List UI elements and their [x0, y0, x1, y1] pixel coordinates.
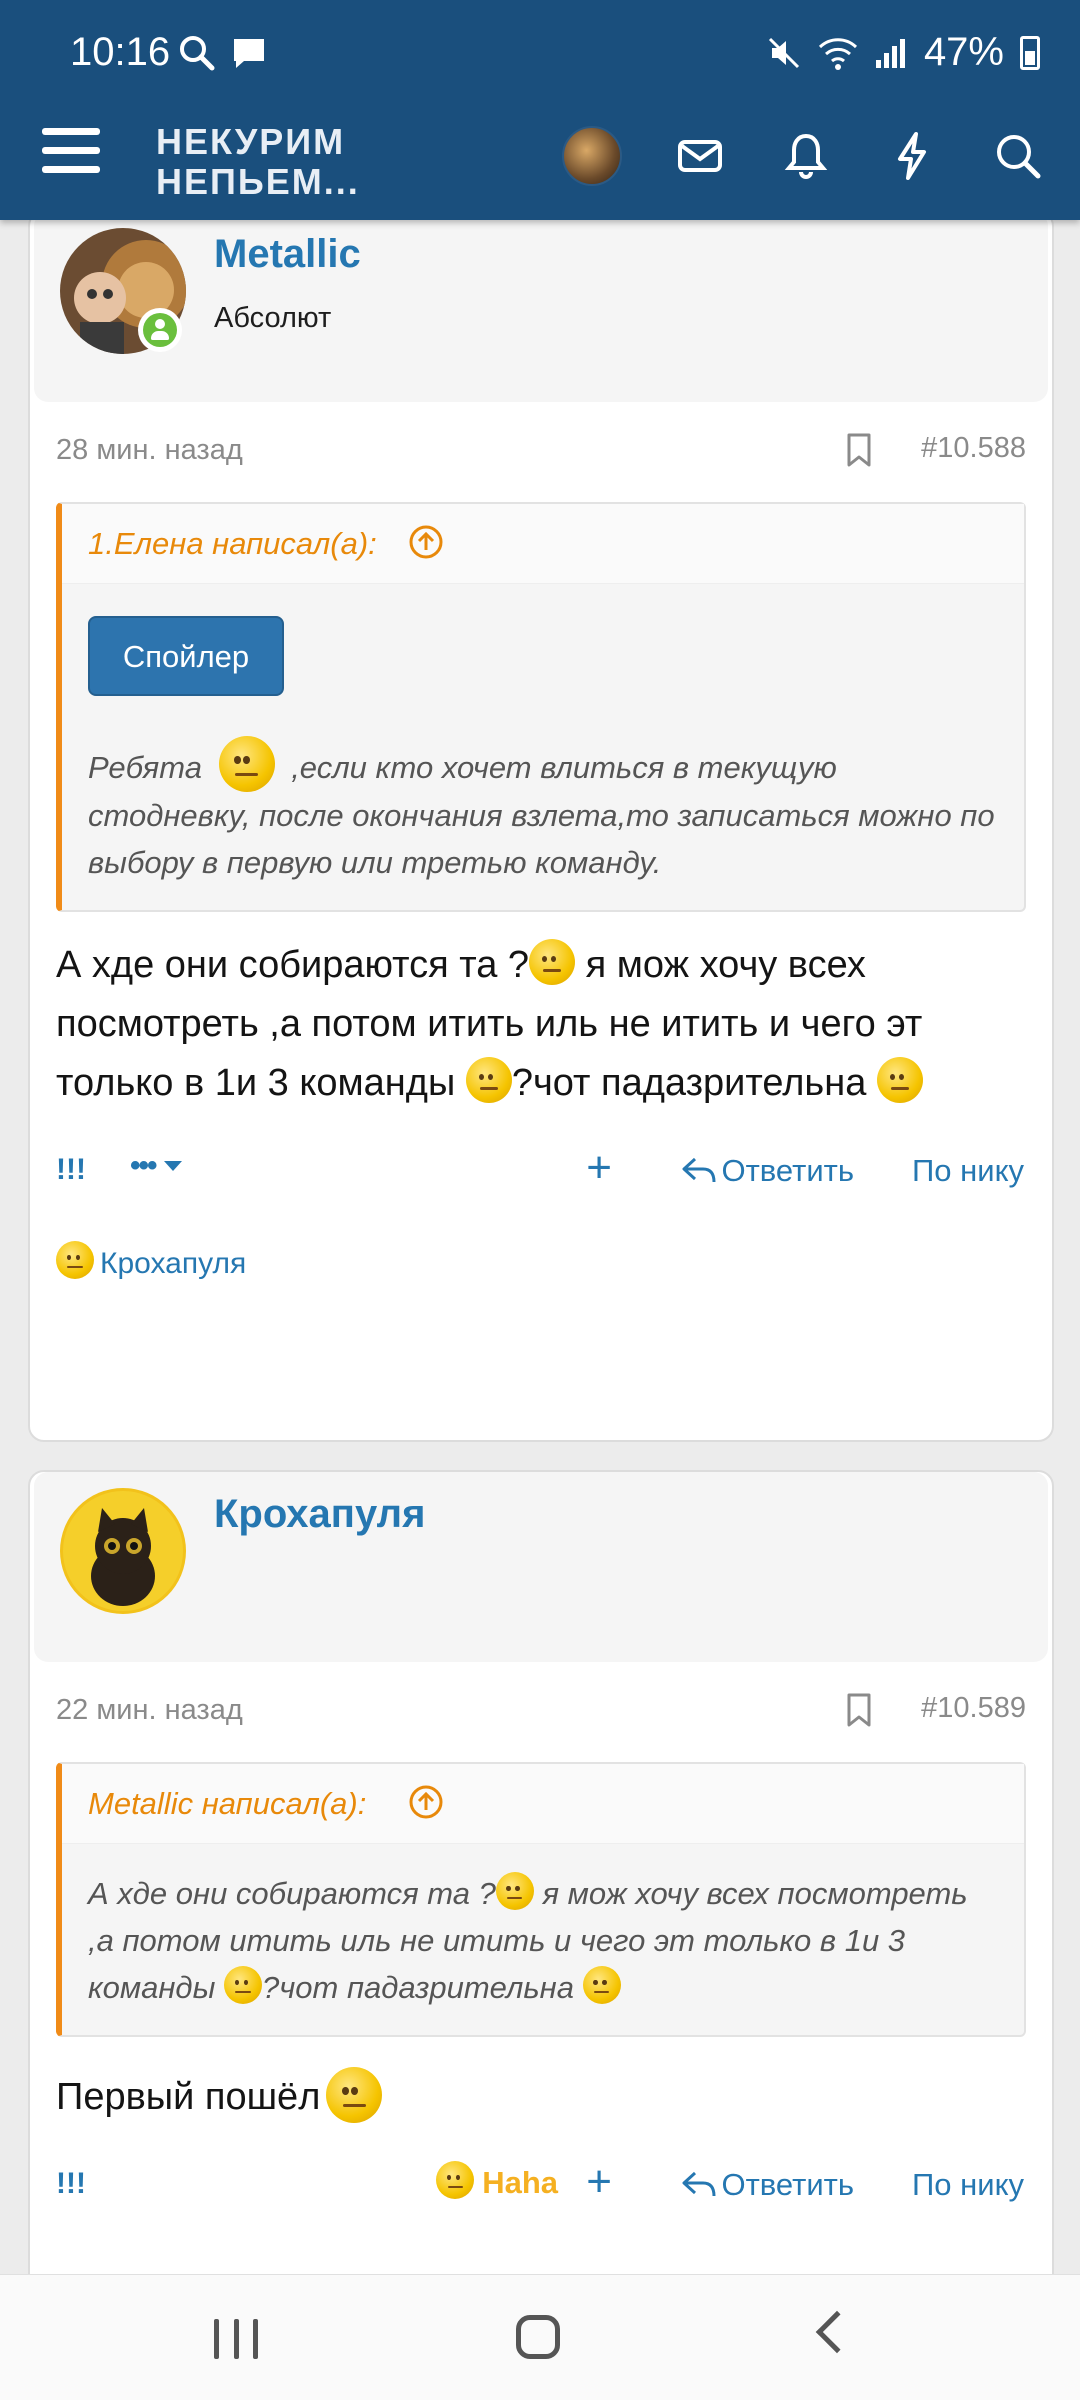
jump-to-quote-icon[interactable]	[408, 524, 444, 560]
thinking-emoji-icon	[218, 736, 275, 792]
post-meta: 28 мин. назад #10.588	[30, 402, 1052, 502]
wifi-icon	[818, 37, 857, 70]
haha-label: Haha	[482, 2165, 558, 2200]
thinking-emoji-icon	[224, 1966, 262, 2004]
reply-icon	[682, 1157, 716, 1183]
logo-line-1: НЕКУРИМ	[156, 121, 346, 162]
battery-percent: 47%	[923, 30, 1004, 74]
multiquote-plus-icon[interactable]: +	[586, 1143, 612, 1193]
search-icon[interactable]	[990, 128, 1046, 184]
search-status-icon	[180, 36, 215, 71]
post-meta: 22 мин. назад #10.589	[30, 1662, 1052, 1762]
author-title: Абсолют	[214, 302, 332, 334]
quote-block: 1.Елена написал(а): Спойлер Ребята ,если…	[56, 502, 1026, 912]
quote-text-part1: Ребята	[88, 750, 202, 785]
logo-line-2: НЕПЬЕМ...	[156, 161, 360, 202]
reply-button[interactable]: Ответить	[681, 2167, 854, 2203]
quote-body: А хде они собираются та ? я мож хочу все…	[62, 1844, 1024, 2035]
quote-text-part1: А хде они собираются та ?	[88, 1876, 496, 1911]
reaction-summary[interactable]: Крохапуля	[56, 1241, 246, 1281]
post-time[interactable]: 28 мин. назад	[56, 434, 243, 467]
reaction-haha-button[interactable]: Haha	[436, 2161, 558, 2201]
post-author-block: Metallic Абсолют	[34, 212, 1048, 402]
message-status-icon	[234, 39, 264, 68]
suspicious-emoji-icon	[582, 1966, 621, 2004]
waving-emoji-icon	[326, 2067, 383, 2123]
reply-icon	[682, 2171, 716, 2197]
author-avatar[interactable]	[60, 1488, 186, 1614]
report-button[interactable]: !!!	[56, 2167, 86, 2201]
home-icon[interactable]	[516, 2315, 560, 2359]
laughing-emoji-icon	[56, 1241, 94, 1279]
post-body: А хде они собираются та ? я мож хочу все…	[30, 912, 1052, 1113]
by-nick-button[interactable]: По нику	[912, 2167, 1024, 2203]
suspicious-emoji-icon	[876, 1057, 923, 1103]
quote-author[interactable]: 1.Елена написал(а):	[88, 526, 377, 562]
post-body-text: Первый пошёл	[56, 2076, 321, 2118]
laughing-emoji-icon	[436, 2161, 475, 2199]
battery-icon	[1020, 35, 1040, 70]
chevron-down-icon	[163, 1161, 182, 1171]
quote-header: 1.Елена написал(а):	[62, 504, 1024, 584]
quote-header: Metallic написал(а):	[62, 1764, 1024, 1844]
quote-body: Спойлер Ребята ,если кто хочет влиться в…	[62, 584, 1024, 910]
post-body-part1: А хде они собираются та ?	[56, 944, 530, 986]
post-number[interactable]: #10.588	[921, 432, 1026, 465]
quote-block: Metallic написал(а): А хде они собираютс…	[56, 1762, 1026, 2037]
post-10588: Metallic Абсолют 28 мин. назад #10.588 1…	[28, 210, 1054, 1442]
inbox-icon[interactable]	[672, 128, 728, 184]
spoiler-button[interactable]: Спойлер	[88, 616, 284, 696]
quote-text: Ребята ,если кто хочет влиться в текущую…	[88, 736, 998, 886]
bookmark-icon[interactable]	[846, 1692, 872, 1728]
reply-label: Ответить	[721, 2167, 854, 2202]
post-body: Первый пошёл	[30, 2037, 1052, 2127]
author-name[interactable]: Metallic	[214, 232, 361, 277]
status-time: 10:16	[70, 30, 171, 74]
status-bar: 10:16 47%	[0, 0, 1080, 110]
report-button[interactable]: !!!	[56, 1153, 86, 1187]
post-10589: Крохапуля 22 мин. назад #10.589 Metallic…	[28, 1470, 1054, 2290]
post-body-part3: ?чот падазрительна	[511, 1062, 877, 1104]
post-number[interactable]: #10.589	[921, 1692, 1026, 1725]
reactions-bar: Крохапуля	[30, 1223, 1052, 1319]
reaction-user: Крохапуля	[100, 1247, 247, 1280]
bookmark-icon[interactable]	[846, 432, 872, 468]
thinking-emoji-icon	[465, 1057, 512, 1103]
app-header: 10:16 47% НЕКУРИМ НЕПЬЕМ...	[0, 0, 1080, 220]
reply-button[interactable]: Ответить	[681, 1153, 854, 1189]
post-author-block: Крохапуля	[34, 1472, 1048, 1662]
reply-label: Ответить	[721, 1153, 854, 1188]
system-nav-bar	[0, 2274, 1080, 2400]
multiquote-plus-icon[interactable]: +	[586, 2157, 612, 2207]
more-label: •••	[130, 1149, 157, 1182]
avatar-image	[60, 1488, 186, 1614]
post-time[interactable]: 22 мин. назад	[56, 1694, 243, 1727]
menu-icon[interactable]	[42, 128, 102, 188]
recent-apps-icon[interactable]	[214, 2319, 258, 2359]
quote-author[interactable]: Metallic написал(а):	[88, 1786, 366, 1822]
online-status-icon	[138, 308, 182, 352]
monocle-emoji-icon	[529, 939, 576, 985]
jump-to-quote-icon[interactable]	[408, 1784, 444, 1820]
nav-row: НЕКУРИМ НЕПЬЕМ...	[0, 110, 1080, 220]
more-actions-button[interactable]: •••	[130, 1149, 182, 1183]
mute-icon	[768, 37, 799, 68]
lightning-icon[interactable]	[884, 128, 940, 184]
post-actions: !!! Haha + Ответить По нику	[30, 2127, 1052, 2237]
status-left-icons	[178, 34, 268, 72]
account-avatar[interactable]	[562, 126, 622, 186]
bell-icon[interactable]	[778, 128, 834, 184]
by-nick-button[interactable]: По нику	[912, 1153, 1024, 1189]
signal-icon	[875, 38, 905, 68]
back-icon[interactable]	[815, 2310, 859, 2354]
status-right: 47%	[766, 30, 1040, 75]
quote-text-part3: ?чот падазрительна	[262, 1970, 583, 2005]
site-logo[interactable]: НЕКУРИМ НЕПЬЕМ...	[156, 122, 360, 202]
author-name[interactable]: Крохапуля	[214, 1492, 425, 1537]
post-actions: !!! ••• + Ответить По нику	[30, 1113, 1052, 1223]
monocle-emoji-icon	[495, 1872, 534, 1910]
